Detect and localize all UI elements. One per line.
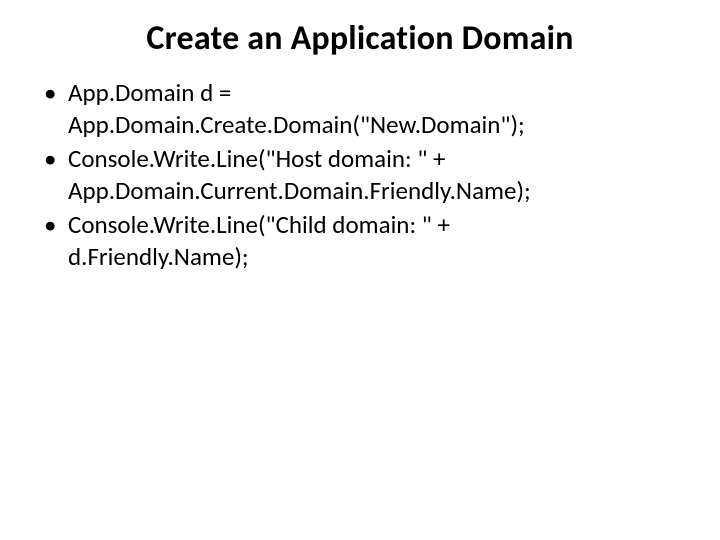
code-line: d.Friendly.Name); bbox=[68, 241, 680, 273]
code-line: App.Domain d = bbox=[68, 77, 680, 109]
code-line: Console.Write.Line("Host domain: " + bbox=[68, 143, 680, 175]
code-line: App.Domain.Current.Domain.Friendly.Name)… bbox=[68, 175, 680, 207]
slide: Create an Application Domain App.Domain … bbox=[0, 0, 720, 540]
list-item: Console.Write.Line("Child domain: " + d.… bbox=[40, 209, 680, 273]
list-item: Console.Write.Line("Host domain: " + App… bbox=[40, 143, 680, 207]
code-line: App.Domain.Create.Domain("New.Domain"); bbox=[68, 109, 680, 141]
bullet-list: App.Domain d = App.Domain.Create.Domain(… bbox=[40, 77, 680, 273]
list-item: App.Domain d = App.Domain.Create.Domain(… bbox=[40, 77, 680, 141]
code-line: Console.Write.Line("Child domain: " + bbox=[68, 209, 680, 241]
slide-title: Create an Application Domain bbox=[40, 18, 680, 59]
